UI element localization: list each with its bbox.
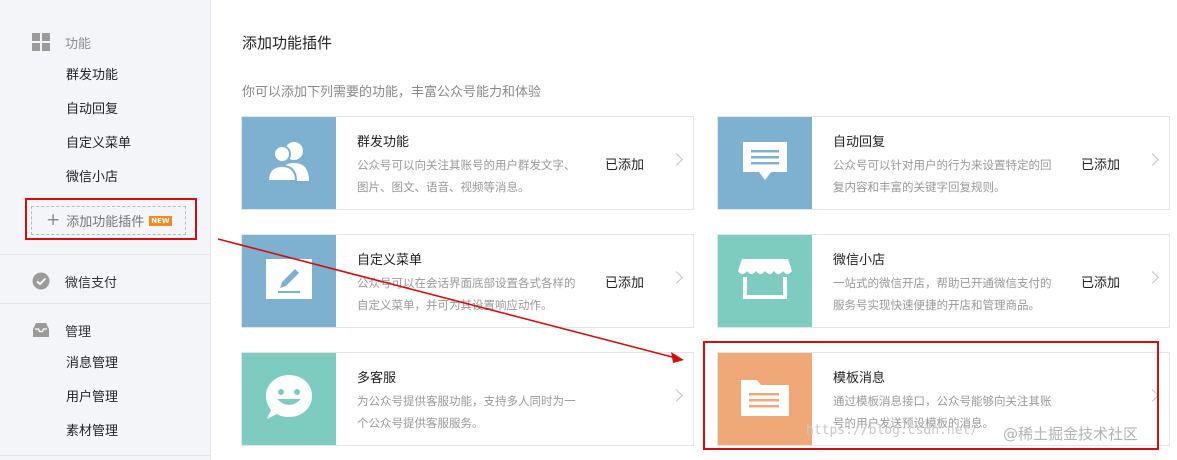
card-desc-line: 公众号可以针对用户的行为来设置特定的回: [833, 158, 1052, 172]
chevron-right-icon[interactable]: [670, 153, 683, 166]
chat-bubble-icon: [741, 140, 789, 186]
card-desc-line: 公众号可以向关注其账号的用户群发文字、: [357, 158, 576, 172]
section-function: 功能: [32, 30, 91, 54]
sidebar-item-messages[interactable]: 消息管理: [66, 354, 118, 374]
card-title: 自定义菜单: [357, 253, 423, 268]
section-manage: 管理: [32, 318, 91, 342]
sidebar-item-auto-reply[interactable]: 自动回复: [66, 100, 118, 120]
card-icon-area: [718, 117, 812, 209]
sidebar-item-wechat-store[interactable]: 微信小店: [66, 168, 118, 188]
watermark-url: https://blog.csdn.net/: [806, 423, 979, 438]
plugin-card-customer-service[interactable]: 多客服 为公众号提供客服功能，支持多人同时为一 个公众号提供客服服务。: [241, 352, 694, 446]
card-desc-line: 一站式的微信开店，帮助已开通微信支付的: [833, 276, 1052, 290]
card-desc-line: 图片、图文、语音、视频等消息。: [357, 180, 530, 194]
card-status: 已添加: [605, 276, 645, 291]
card-description: 公众号可以针对用户的行为来设置特定的回 复内容和丰富的关键字回复规则。: [833, 154, 1065, 198]
grid-icon: [32, 33, 50, 51]
card-icon-area: [242, 235, 336, 327]
smile-bubble-icon: [264, 373, 314, 425]
highlight-box-add-plugin: [25, 198, 197, 240]
card-desc-line: 自定义菜单，并可为其设置响应动作。: [357, 298, 553, 312]
card-title: 微信小店: [833, 253, 886, 268]
plugin-card-auto-reply[interactable]: 自动回复 公众号可以针对用户的行为来设置特定的回 复内容和丰富的关键字回复规则。…: [717, 116, 1170, 210]
page-description: 你可以添加下列需要的功能，丰富公众号能力和体验: [242, 85, 542, 100]
card-icon-area: [718, 235, 812, 327]
card-desc-line: 服务号实现快速便捷的开店和管理商品。: [833, 298, 1040, 312]
pencil-icon: [266, 259, 312, 303]
sidebar-divider: [0, 254, 211, 255]
card-description: 为公众号提供客服功能，支持多人同时为一 个公众号提供客服服务。: [357, 390, 589, 434]
sidebar-item-custom-menu[interactable]: 自定义菜单: [66, 134, 131, 154]
chevron-right-icon[interactable]: [670, 389, 683, 402]
wechat-pay-icon: [32, 272, 50, 290]
card-icon-area: [242, 353, 336, 445]
inbox-icon: [32, 321, 50, 339]
wechat-pay-label: 微信支付: [65, 275, 118, 291]
card-status: 已添加: [605, 158, 645, 173]
card-description: 一站式的微信开店，帮助已开通微信支付的 服务号实现快速便捷的开店和管理商品。: [833, 272, 1065, 316]
plugin-card-wechat-store[interactable]: 微信小店 一站式的微信开店，帮助已开通微信支付的 服务号实现快速便捷的开店和管理…: [717, 234, 1170, 328]
card-desc-line: 公众号可以在会话界面底部设置各式各样的: [357, 276, 576, 290]
plugin-card-custom-menu[interactable]: 自定义菜单 公众号可以在会话界面底部设置各式各样的 自定义菜单，并可为其设置响应…: [241, 234, 694, 328]
chevron-right-icon[interactable]: [670, 271, 683, 284]
sidebar-divider: [0, 303, 211, 304]
card-desc-line: 复内容和丰富的关键字回复规则。: [833, 180, 1006, 194]
sidebar-item-wechat-pay[interactable]: 微信支付: [32, 269, 117, 293]
plugin-card-mass-send[interactable]: 群发功能 公众号可以向关注其账号的用户群发文字、 图片、图文、语音、视频等消息。…: [241, 116, 694, 210]
users-icon: [264, 139, 314, 187]
page-title: 添加功能插件: [242, 34, 333, 52]
sidebar-divider: [0, 455, 211, 456]
card-status: 已添加: [1081, 276, 1121, 291]
chevron-right-icon[interactable]: [1146, 153, 1159, 166]
section-function-label: 功能: [65, 36, 92, 52]
section-manage-label: 管理: [65, 324, 92, 340]
sidebar-item-users[interactable]: 用户管理: [66, 388, 118, 408]
storefront-icon: [738, 257, 792, 305]
card-title: 群发功能: [357, 135, 410, 150]
sidebar-item-mass-send[interactable]: 群发功能: [66, 66, 118, 86]
card-desc-line: 个公众号提供客服服务。: [357, 416, 484, 430]
card-description: 公众号可以在会话界面底部设置各式各样的 自定义菜单，并可为其设置响应动作。: [357, 272, 589, 316]
card-title: 自动回复: [833, 135, 886, 150]
card-status: 已添加: [1081, 158, 1121, 173]
card-icon-area: [242, 117, 336, 209]
watermark-site: @稀土掘金技术社区: [1003, 425, 1139, 443]
card-description: 公众号可以向关注其账号的用户群发文字、 图片、图文、语音、视频等消息。: [357, 154, 589, 198]
card-title: 多客服: [357, 371, 397, 386]
chevron-right-icon[interactable]: [1146, 271, 1159, 284]
sidebar-item-materials[interactable]: 素材管理: [66, 422, 118, 442]
card-desc-line: 为公众号提供客服功能，支持多人同时为一: [357, 394, 576, 408]
